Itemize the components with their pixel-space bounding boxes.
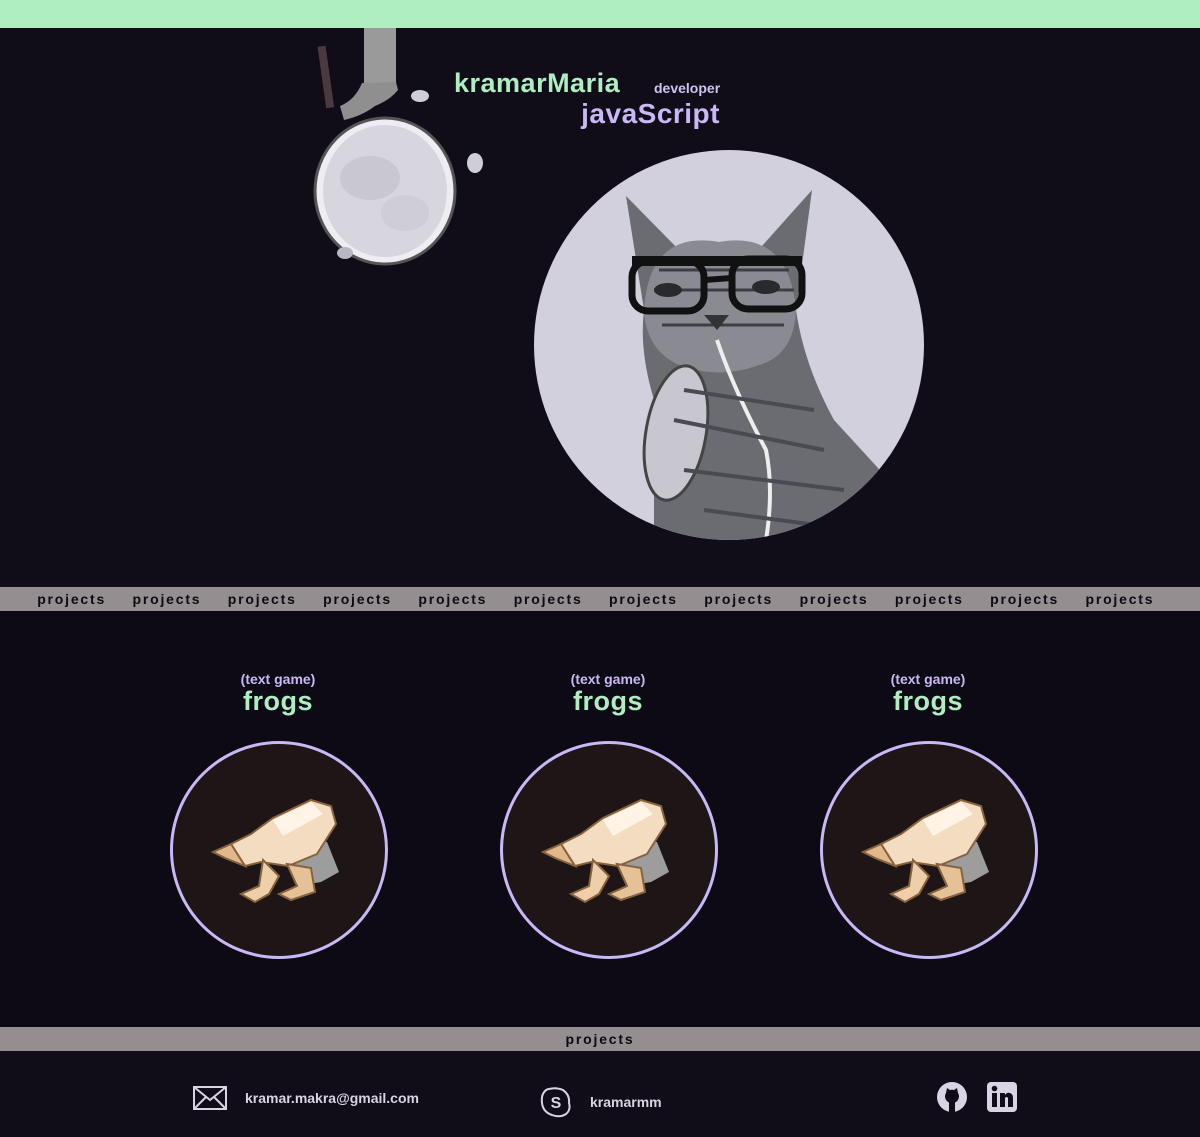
project-subtitle: (text game)	[890, 671, 966, 687]
ticker-item: projects	[565, 1031, 635, 1047]
ticker-item: projects	[894, 591, 964, 607]
origami-frog-icon	[540, 798, 669, 904]
ticker-item: projects	[1085, 591, 1155, 607]
ticker-item: projects	[418, 591, 488, 607]
brand-block: kramarMaria developer javaScript	[454, 68, 720, 130]
project-subtitle: (text game)	[570, 671, 646, 687]
svg-text:S: S	[551, 1095, 562, 1112]
ticker-item: projects	[513, 591, 583, 607]
github-link[interactable]	[936, 1081, 968, 1115]
project-thumbnail[interactable]	[500, 741, 718, 959]
origami-frog-icon	[860, 798, 989, 904]
top-accent-bar	[0, 0, 1200, 28]
ticker-item: projects	[990, 591, 1060, 607]
linkedin-link[interactable]	[986, 1081, 1018, 1115]
origami-frog-icon	[210, 798, 339, 904]
project-card[interactable]: (text game) frogs	[168, 671, 388, 959]
ticker-item: projects	[132, 591, 202, 607]
tambourine-illustration	[300, 28, 490, 268]
project-subtitle: (text game)	[240, 671, 316, 687]
project-thumbnail[interactable]	[170, 741, 388, 959]
email-link[interactable]: kramar.makra@gmail.com	[193, 1086, 419, 1110]
mail-icon	[193, 1086, 227, 1110]
cat-avatar	[534, 150, 924, 540]
ticker-item: projects	[704, 591, 774, 607]
ticker-item: projects	[323, 591, 392, 607]
developer-role: developer	[654, 80, 721, 96]
projects-ticker-bottom: projects	[0, 1027, 1200, 1051]
project-title: frogs	[893, 686, 963, 716]
ticker-item: projects	[227, 591, 297, 607]
project-title: frogs	[243, 686, 313, 716]
developer-language: javaScript	[581, 98, 720, 129]
skype-icon: S	[540, 1087, 571, 1118]
skype-username: kramarmm	[590, 1094, 662, 1110]
project-card[interactable]: (text game) frogs	[818, 671, 1038, 959]
projects-ticker-top: projects projects projects projects proj…	[0, 587, 1200, 611]
email-address: kramar.makra@gmail.com	[245, 1090, 419, 1106]
project-title: frogs	[573, 686, 643, 716]
github-icon	[937, 1082, 967, 1112]
footer: kramar.makra@gmail.com S kramarmm	[0, 1051, 1200, 1137]
skype-link[interactable]: S kramarmm	[540, 1086, 662, 1118]
project-thumbnail[interactable]	[820, 741, 1038, 959]
projects-section: (text game) frogs (text game) frogs (tex…	[0, 611, 1200, 1027]
linkedin-icon	[987, 1082, 1017, 1112]
ticker-item: projects	[799, 591, 869, 607]
ticker-item: projects	[37, 591, 107, 607]
project-card[interactable]: (text game) frogs	[498, 671, 718, 959]
developer-name: kramarMaria	[454, 68, 621, 98]
ticker-item: projects	[608, 591, 678, 607]
